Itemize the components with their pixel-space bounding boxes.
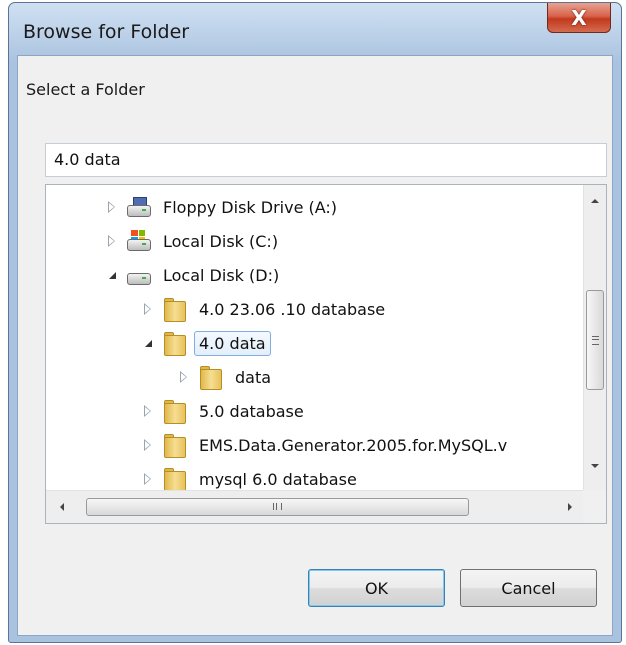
folder-icon bbox=[162, 433, 186, 458]
tree-item-label: Local Disk (D:) bbox=[163, 265, 280, 285]
scrollbar-corner bbox=[583, 490, 606, 523]
expand-arrow-icon[interactable] bbox=[140, 301, 156, 317]
tree-item-label: 5.0 database bbox=[199, 401, 304, 421]
tree-item-label: 4.0 data bbox=[194, 330, 271, 356]
vertical-scrollbar[interactable] bbox=[583, 185, 606, 490]
folder-icon bbox=[162, 467, 186, 492]
scroll-right-icon[interactable] bbox=[568, 503, 572, 511]
tree-item-label: mysql 6.0 database bbox=[199, 469, 357, 489]
title-bar[interactable]: Browse for Folder X bbox=[9, 3, 621, 53]
folder-icon bbox=[162, 399, 186, 424]
tree-item-folder[interactable]: EMS.Data.Generator.2005.for.MySQL.v bbox=[140, 431, 512, 459]
ok-button[interactable]: OK bbox=[308, 569, 445, 607]
tree-item-folder-selected[interactable]: 4.0 data bbox=[140, 329, 271, 357]
vertical-scroll-thumb[interactable] bbox=[586, 290, 604, 390]
cancel-button[interactable]: Cancel bbox=[460, 569, 597, 607]
tree-item-folder[interactable]: data bbox=[176, 363, 276, 391]
instruction-text: Select a Folder bbox=[26, 80, 145, 99]
tree-item-local-disk-d[interactable]: Local Disk (D:) bbox=[104, 261, 284, 289]
tree-item-label: EMS.Data.Generator.2005.for.MySQL.v bbox=[199, 435, 508, 455]
floppy-drive-icon bbox=[126, 195, 151, 219]
tree-item-folder[interactable]: mysql 6.0 database bbox=[140, 465, 362, 493]
hard-drive-icon bbox=[126, 263, 151, 287]
tree-item-label: Local Disk (C:) bbox=[163, 231, 279, 251]
scroll-down-icon[interactable] bbox=[591, 464, 599, 468]
grip-icon bbox=[592, 336, 599, 345]
expand-arrow-icon[interactable] bbox=[104, 199, 120, 215]
folder-icon bbox=[162, 331, 186, 356]
horizontal-scroll-thumb[interactable] bbox=[86, 498, 469, 516]
close-icon: X bbox=[571, 5, 587, 30]
folder-tree[interactable]: Floppy Disk Drive (A:) Local Disk (C:) L… bbox=[45, 184, 607, 524]
tree-item-label: Floppy Disk Drive (A:) bbox=[163, 197, 338, 217]
grip-icon bbox=[273, 503, 282, 510]
expand-arrow-icon[interactable] bbox=[176, 369, 192, 385]
expand-arrow-icon[interactable] bbox=[140, 403, 156, 419]
horizontal-scrollbar[interactable] bbox=[46, 490, 584, 523]
scroll-left-icon[interactable] bbox=[60, 503, 64, 511]
tree-item-label: data bbox=[235, 367, 272, 387]
close-button[interactable]: X bbox=[547, 3, 611, 33]
expand-arrow-icon[interactable] bbox=[140, 471, 156, 487]
folder-name-field[interactable]: 4.0 data bbox=[45, 143, 607, 177]
tree-item-folder[interactable]: 4.0 23.06 .10 database bbox=[140, 295, 390, 323]
folder-icon bbox=[162, 297, 186, 322]
system-drive-icon bbox=[126, 229, 151, 253]
tree-item-local-disk-c[interactable]: Local Disk (C:) bbox=[104, 227, 283, 255]
collapse-arrow-icon[interactable] bbox=[140, 335, 156, 351]
tree-item-label: 4.0 23.06 .10 database bbox=[199, 299, 386, 319]
expand-arrow-icon[interactable] bbox=[140, 437, 156, 453]
scroll-up-icon[interactable] bbox=[591, 199, 599, 203]
window-title: Browse for Folder bbox=[23, 21, 190, 43]
collapse-arrow-icon[interactable] bbox=[104, 267, 120, 283]
folder-icon bbox=[198, 365, 222, 390]
tree-item-floppy-drive[interactable]: Floppy Disk Drive (A:) bbox=[104, 193, 342, 221]
tree-item-folder[interactable]: 5.0 database bbox=[140, 397, 309, 425]
expand-arrow-icon[interactable] bbox=[104, 233, 120, 249]
